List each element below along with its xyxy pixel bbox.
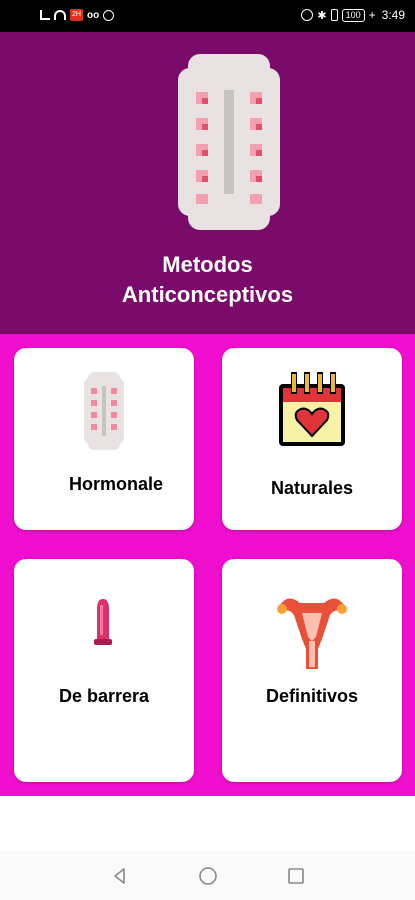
- card-naturales[interactable]: Naturales: [222, 348, 402, 530]
- app-header: Metodos Anticonceptivos: [0, 32, 415, 334]
- contraceptive-pill-pack-icon: [178, 54, 280, 230]
- status-bar: 2H oo ✱ 100 + 3:49: [0, 0, 415, 32]
- charging-icon: +: [368, 8, 376, 22]
- title-line-1: Metodos: [162, 252, 253, 277]
- status-right: ✱ 100 + 3:49: [301, 8, 405, 22]
- notification-badge: 2H: [70, 9, 83, 21]
- card-label: De barrera: [58, 686, 150, 706]
- title-line-2: Anticonceptivos: [121, 282, 294, 307]
- bluetooth-icon: ✱: [317, 9, 327, 22]
- wifi-icon: [54, 10, 66, 20]
- uterus-icon: [277, 598, 347, 669]
- battery-icon: 100: [341, 8, 365, 22]
- card-label: Definitivos: [265, 686, 358, 706]
- signal-icon: [40, 10, 50, 20]
- home-circle-icon[interactable]: [198, 866, 218, 886]
- card-definitivos[interactable]: Definitivos: [222, 559, 402, 782]
- back-triangle-icon[interactable]: [110, 866, 130, 886]
- card-hormonales[interactable]: Hormonale: [14, 348, 194, 530]
- navigation-bar: [0, 850, 415, 900]
- calendar-heart-icon: [279, 372, 345, 446]
- card-label: Hormonale: [68, 474, 164, 494]
- page-title: Metodos Anticonceptivos: [0, 250, 415, 310]
- card-label: Naturales: [270, 478, 354, 498]
- vibrate-icon: [330, 9, 338, 21]
- card-de-barrera[interactable]: De barrera: [14, 559, 194, 782]
- sync-icon: [103, 9, 115, 21]
- clock: 3:49: [381, 8, 405, 22]
- condom-icon: [94, 599, 112, 645]
- voicemail-icon: oo: [87, 9, 100, 21]
- pill-pack-icon: [84, 372, 124, 450]
- status-left: 2H oo: [40, 9, 115, 21]
- recent-square-icon[interactable]: [286, 866, 306, 886]
- alarm-icon: [301, 9, 314, 21]
- category-grid: Hormonale Naturales De barrera Definitiv…: [0, 334, 415, 796]
